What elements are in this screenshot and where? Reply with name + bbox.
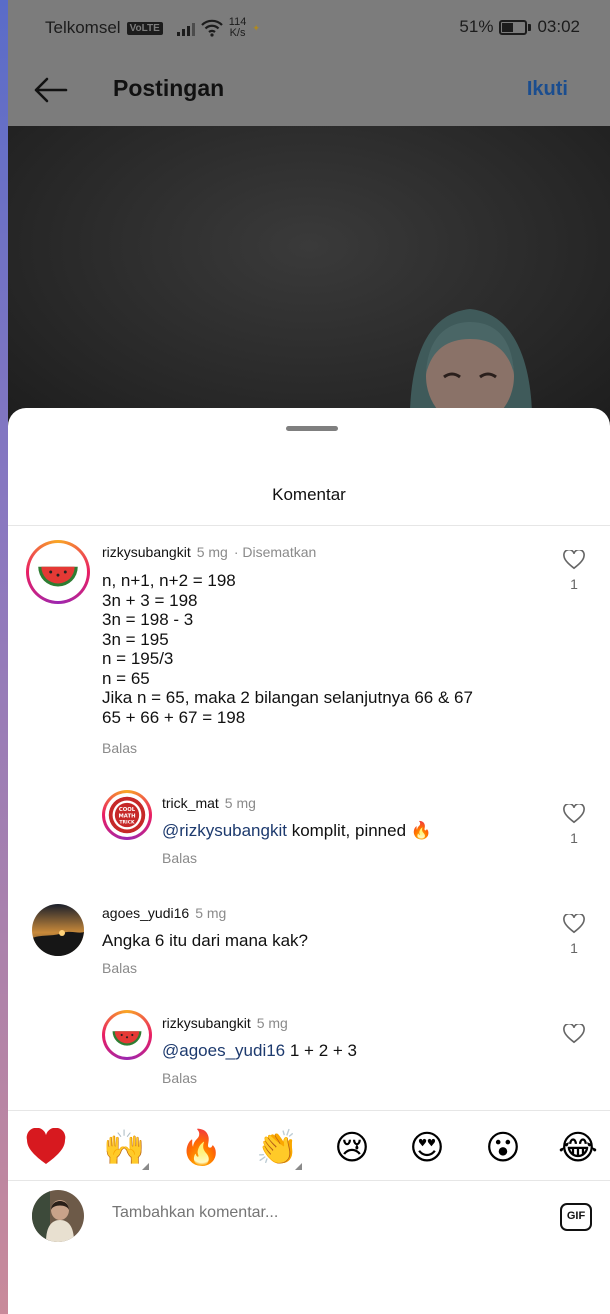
clapping-hands-emoji[interactable]: 👏: [256, 1128, 298, 1168]
crying-face-emoji[interactable]: 😢: [332, 1128, 372, 1168]
gif-button[interactable]: GIF: [560, 1203, 592, 1231]
raising-hands-emoji[interactable]: 🙌: [103, 1128, 145, 1168]
red-heart-emoji-icon[interactable]: [26, 1128, 66, 1168]
battery-fill: [502, 22, 514, 32]
clock: 03:02: [537, 17, 580, 36]
comment-username[interactable]: rizkysubangkit 5 mg · Disematkan: [102, 544, 316, 560]
net-speed-unit: K/s: [229, 27, 246, 39]
mention-link[interactable]: @agoes_yudi16: [162, 1041, 285, 1060]
sheet-title: Komentar: [272, 485, 346, 504]
emoji-reaction-bar: 🙌 🔥 👏 😢 😍 😮 😂: [8, 1110, 610, 1180]
like-button[interactable]: 1: [562, 914, 586, 956]
net-speed: 114 K/s: [229, 17, 247, 39]
heart-eyes-emoji[interactable]: 😍: [407, 1128, 447, 1168]
like-count: 1: [570, 576, 578, 592]
svg-text:MATH: MATH: [118, 813, 135, 819]
like-count: 1: [570, 940, 578, 956]
comment-text: Angka 6 itu dari mana kak?: [102, 931, 309, 950]
comments-sheet: Komentar rizkysubangkit 5 mg · Disematkan …: [8, 408, 610, 1314]
pinned-label: · Disematkan: [233, 544, 317, 560]
reply-button[interactable]: Balas: [162, 1070, 197, 1086]
username[interactable]: agoes_yudi16: [102, 905, 189, 921]
avatar[interactable]: [32, 904, 84, 956]
username[interactable]: rizkysubangkit: [162, 1015, 251, 1031]
heart-outline-icon: [563, 1024, 585, 1044]
fire-emoji[interactable]: 🔥: [180, 1128, 222, 1168]
comment-time: 5 mg: [195, 905, 227, 921]
comment-input-bar: GIF: [8, 1180, 610, 1260]
comment-time: 5 mg: [224, 795, 256, 811]
user-photo: [32, 1190, 84, 1242]
comment-text: @agoes_yudi16 1 + 2 + 3: [162, 1041, 357, 1061]
like-count: 1: [570, 830, 578, 846]
post-image[interactable]: [8, 126, 610, 434]
comment-body: 1 + 2 + 3: [285, 1041, 357, 1060]
comment-input[interactable]: [112, 1204, 532, 1222]
heart-outline-icon: [563, 914, 585, 934]
battery-tip: [528, 23, 532, 31]
comment-text: n, n+1, n+2 = 198 3n + 3 = 198 3n = 198 …: [102, 571, 473, 727]
phone-screen: Telkomsel VoLTE 114 K/s ✦ 51% 03:02 Post…: [8, 0, 610, 1314]
username[interactable]: trick_mat: [162, 795, 219, 811]
cool-math-trick-logo-icon: COOL MATH TRICK: [108, 796, 146, 834]
status-left: Telkomsel VoLTE 114 K/s ✦: [45, 17, 260, 39]
tears-of-joy-emoji[interactable]: 😂: [558, 1128, 598, 1168]
page-title: Postingan: [113, 75, 225, 101]
heart-outline-icon: [563, 550, 585, 570]
svg-text:COOL: COOL: [119, 807, 136, 813]
comment-time: 5 mg: [196, 544, 228, 560]
like-button[interactable]: [562, 1024, 586, 1044]
comment-text: @rizkysubangkit komplit, pinned 🔥: [162, 821, 432, 841]
comment-line: n = 195/3: [102, 649, 174, 668]
status-bar: Telkomsel VoLTE 114 K/s ✦ 51% 03:02: [8, 0, 610, 56]
comment-line: n = 65: [102, 668, 150, 688]
comment-line: 3n = 198 - 3: [102, 610, 194, 629]
variant-indicator: [295, 1163, 302, 1170]
comment-line: n, n+1, n+2 = 198: [102, 571, 236, 590]
comment-line: 3n = 195: [102, 629, 169, 649]
notification-badge-icon: ✦: [252, 22, 260, 33]
signal-icon: [176, 20, 195, 36]
like-button[interactable]: 1: [562, 804, 586, 846]
battery-percent: 51%: [459, 17, 494, 36]
comment-username[interactable]: rizkysubangkit 5 mg: [162, 1015, 288, 1031]
like-button[interactable]: 1: [562, 550, 586, 592]
wifi-icon: [200, 19, 223, 37]
watermelon-avatar-icon: [32, 546, 84, 598]
heart-outline-icon: [563, 804, 585, 824]
carrier-name: Telkomsel: [45, 18, 121, 37]
comment-time: 5 mg: [256, 1015, 288, 1031]
current-user-avatar[interactable]: [32, 1190, 84, 1242]
status-right: 51% 03:02: [459, 17, 580, 37]
reply-button[interactable]: Balas: [162, 850, 197, 866]
comment-body: komplit, pinned 🔥: [286, 821, 432, 840]
variant-indicator: [142, 1163, 149, 1170]
username[interactable]: rizkysubangkit: [102, 544, 191, 560]
avatar[interactable]: [26, 540, 90, 604]
sunset-avatar-icon: [32, 904, 84, 956]
comment-username[interactable]: trick_mat 5 mg: [162, 795, 256, 811]
comment-line: 3n + 3 = 198: [102, 590, 198, 610]
comment-username[interactable]: agoes_yudi16 5 mg: [102, 905, 226, 921]
battery-icon: [499, 19, 528, 35]
mention-link[interactable]: @rizkysubangkit: [162, 821, 287, 840]
comment-line: Jika n = 65, maka 2 bilangan selanjutnya…: [102, 688, 473, 707]
avatar[interactable]: COOL MATH TRICK: [102, 790, 152, 840]
comment-line: 65 + 66 + 67 = 198: [102, 707, 246, 727]
back-arrow-icon[interactable]: [32, 74, 68, 106]
watermelon-avatar-icon: [108, 1016, 146, 1054]
app-header: Postingan Ikuti: [8, 56, 610, 126]
reply-button[interactable]: Balas: [102, 740, 137, 756]
divider: [8, 525, 610, 526]
svg-text:TRICK: TRICK: [119, 819, 135, 825]
surprised-face-emoji[interactable]: 😮: [483, 1128, 523, 1168]
sheet-drag-handle[interactable]: [286, 426, 338, 431]
volte-badge: VoLTE: [126, 21, 163, 35]
follow-button[interactable]: Ikuti: [527, 78, 568, 101]
avatar[interactable]: [102, 1010, 152, 1060]
reply-button[interactable]: Balas: [102, 960, 137, 976]
